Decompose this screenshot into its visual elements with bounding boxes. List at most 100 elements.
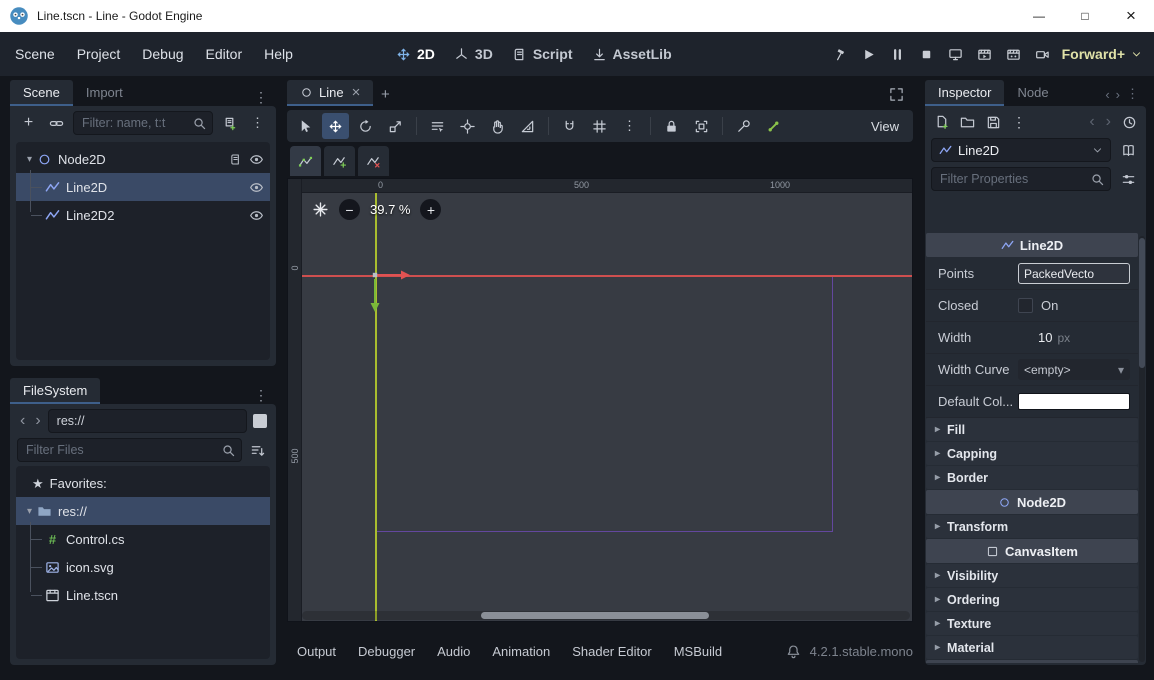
visibility-eye-icon[interactable] <box>249 208 264 223</box>
group-button[interactable] <box>688 113 715 139</box>
points-value-button[interactable]: PackedVecto <box>1018 263 1130 284</box>
distraction-free-button[interactable] <box>889 87 904 102</box>
panel-shader-editor-button[interactable]: Shader Editor <box>562 638 662 665</box>
add-child-node-button[interactable]: + <box>17 112 40 135</box>
width-value[interactable]: 10 <box>1038 330 1052 345</box>
smart-snap-button[interactable] <box>556 113 583 139</box>
history-button[interactable] <box>1122 115 1137 130</box>
build-button[interactable] <box>832 47 847 62</box>
bone-button[interactable] <box>760 113 787 139</box>
group-texture[interactable]: ▸ Texture <box>926 612 1138 635</box>
tool-scale-button[interactable] <box>382 113 409 139</box>
tab-scroll-right-icon[interactable]: › <box>1116 87 1120 102</box>
panel-output-button[interactable]: Output <box>287 638 346 665</box>
tab-inspector[interactable]: Inspector <box>925 80 1005 106</box>
close-button[interactable]: × <box>1108 0 1154 32</box>
folder-row-res[interactable]: ▾ res:// <box>16 497 270 525</box>
tool-pan-button[interactable] <box>484 113 511 139</box>
maximize-button[interactable]: □ <box>1062 0 1108 32</box>
category-line2d[interactable]: Line2D <box>926 233 1138 257</box>
toggle-split-mode-button[interactable] <box>253 414 267 428</box>
zoom-in-button[interactable]: + <box>420 199 442 220</box>
panel-debugger-button[interactable]: Debugger <box>348 638 425 665</box>
history-back-icon[interactable]: ‹ <box>1089 114 1094 130</box>
movie-maker-button[interactable] <box>1035 47 1050 62</box>
open-docs-button[interactable] <box>1117 139 1140 162</box>
pause-button[interactable] <box>890 47 905 62</box>
menu-scene[interactable]: Scene <box>4 39 66 69</box>
tree-row-line2d2[interactable]: Line2D2 <box>16 201 270 229</box>
workspace-script[interactable]: Script <box>512 46 573 62</box>
visibility-eye-icon[interactable] <box>249 152 264 167</box>
tool-move-button[interactable] <box>322 113 349 139</box>
file-row-icon-svg[interactable]: icon.svg <box>16 553 270 581</box>
favorites-row[interactable]: ★ Favorites: <box>16 469 270 497</box>
group-transform[interactable]: ▸ Transform <box>926 515 1138 538</box>
zoom-out-button[interactable]: − <box>339 199 360 220</box>
focus-origin-icon[interactable] <box>312 201 329 218</box>
tab-close-icon[interactable]: × <box>352 85 361 100</box>
file-row-control-cs[interactable]: # Control.cs <box>16 525 270 553</box>
workspace-assetlib[interactable]: AssetLib <box>592 46 672 62</box>
move-gizmo[interactable] <box>367 269 415 317</box>
menu-editor[interactable]: Editor <box>195 39 254 69</box>
tab-scroll-left-icon[interactable]: ‹ <box>1105 87 1109 102</box>
inspector-dock-menu-icon[interactable]: ⋮ <box>1126 86 1139 102</box>
menu-debug[interactable]: Debug <box>131 39 194 69</box>
nav-back-icon[interactable]: ‹ <box>17 413 28 429</box>
scene-tree-options-icon[interactable]: ⋮ <box>246 112 269 135</box>
file-filter-input[interactable] <box>17 438 242 462</box>
grid-snap-button[interactable] <box>586 113 613 139</box>
width-curve-dropdown[interactable]: <empty> ▾ <box>1018 359 1130 380</box>
script-icon[interactable] <box>229 153 242 166</box>
filesystem-dock-menu-icon[interactable]: ⋮ <box>246 387 276 404</box>
view-menu-button[interactable]: View <box>862 119 908 134</box>
stop-button[interactable] <box>919 47 934 62</box>
tool-pivot-button[interactable] <box>454 113 481 139</box>
tab-filesystem[interactable]: FileSystem <box>10 378 101 404</box>
tab-node[interactable]: Node <box>1004 80 1061 106</box>
new-resource-button[interactable] <box>934 115 949 130</box>
category-canvasitem[interactable]: CanvasItem <box>926 539 1138 563</box>
save-resource-button[interactable] <box>986 115 1001 130</box>
skeleton-options-button[interactable] <box>730 113 757 139</box>
zoom-level[interactable]: 39.7 % <box>370 202 410 217</box>
nav-forward-icon[interactable]: › <box>32 413 43 429</box>
closed-checkbox[interactable] <box>1018 298 1033 313</box>
panel-animation-button[interactable]: Animation <box>482 638 560 665</box>
visibility-eye-icon[interactable] <box>249 180 264 195</box>
group-visibility[interactable]: ▸ Visibility <box>926 564 1138 587</box>
expand-caret-icon[interactable]: ▾ <box>22 154 37 165</box>
tree-row-line2d[interactable]: Line2D <box>16 173 270 201</box>
panel-msbuild-button[interactable]: MSBuild <box>664 638 732 665</box>
object-selector[interactable]: Line2D <box>931 138 1111 162</box>
panel-audio-button[interactable]: Audio <box>427 638 480 665</box>
color-swatch[interactable] <box>1018 393 1130 410</box>
expand-caret-icon[interactable]: ▾ <box>22 506 37 517</box>
scene-dock-menu-icon[interactable]: ⋮ <box>246 89 276 106</box>
group-material[interactable]: ▸ Material <box>926 636 1138 659</box>
workspace-3d[interactable]: 3D <box>454 46 493 62</box>
group-fill[interactable]: ▸ Fill <box>926 418 1138 441</box>
play-scene-button[interactable] <box>977 47 992 62</box>
point-select-button[interactable] <box>290 146 321 176</box>
file-row-line-tscn[interactable]: Line.tscn <box>16 581 270 609</box>
scene-tab-line[interactable]: Line × <box>287 80 374 106</box>
resource-options-icon[interactable]: ⋮ <box>1012 115 1026 129</box>
workspace-2d[interactable]: 2D <box>396 46 435 62</box>
canvas-hscrollbar-thumb[interactable] <box>481 612 709 619</box>
play-button[interactable] <box>861 47 876 62</box>
instantiate-scene-button[interactable] <box>45 112 68 135</box>
manage-properties-button[interactable] <box>1117 168 1140 191</box>
category-node[interactable]: Node <box>926 660 1138 663</box>
lock-button[interactable] <box>658 113 685 139</box>
menu-help[interactable]: Help <box>253 39 304 69</box>
tool-ruler-button[interactable] <box>514 113 541 139</box>
point-add-button[interactable] <box>324 146 355 176</box>
play-custom-scene-button[interactable] <box>1006 47 1021 62</box>
group-border[interactable]: ▸ Border <box>926 466 1138 489</box>
category-node2d[interactable]: Node2D <box>926 490 1138 514</box>
group-capping[interactable]: ▸ Capping <box>926 442 1138 465</box>
notification-bell-icon[interactable] <box>786 644 801 659</box>
tool-rotate-button[interactable] <box>352 113 379 139</box>
